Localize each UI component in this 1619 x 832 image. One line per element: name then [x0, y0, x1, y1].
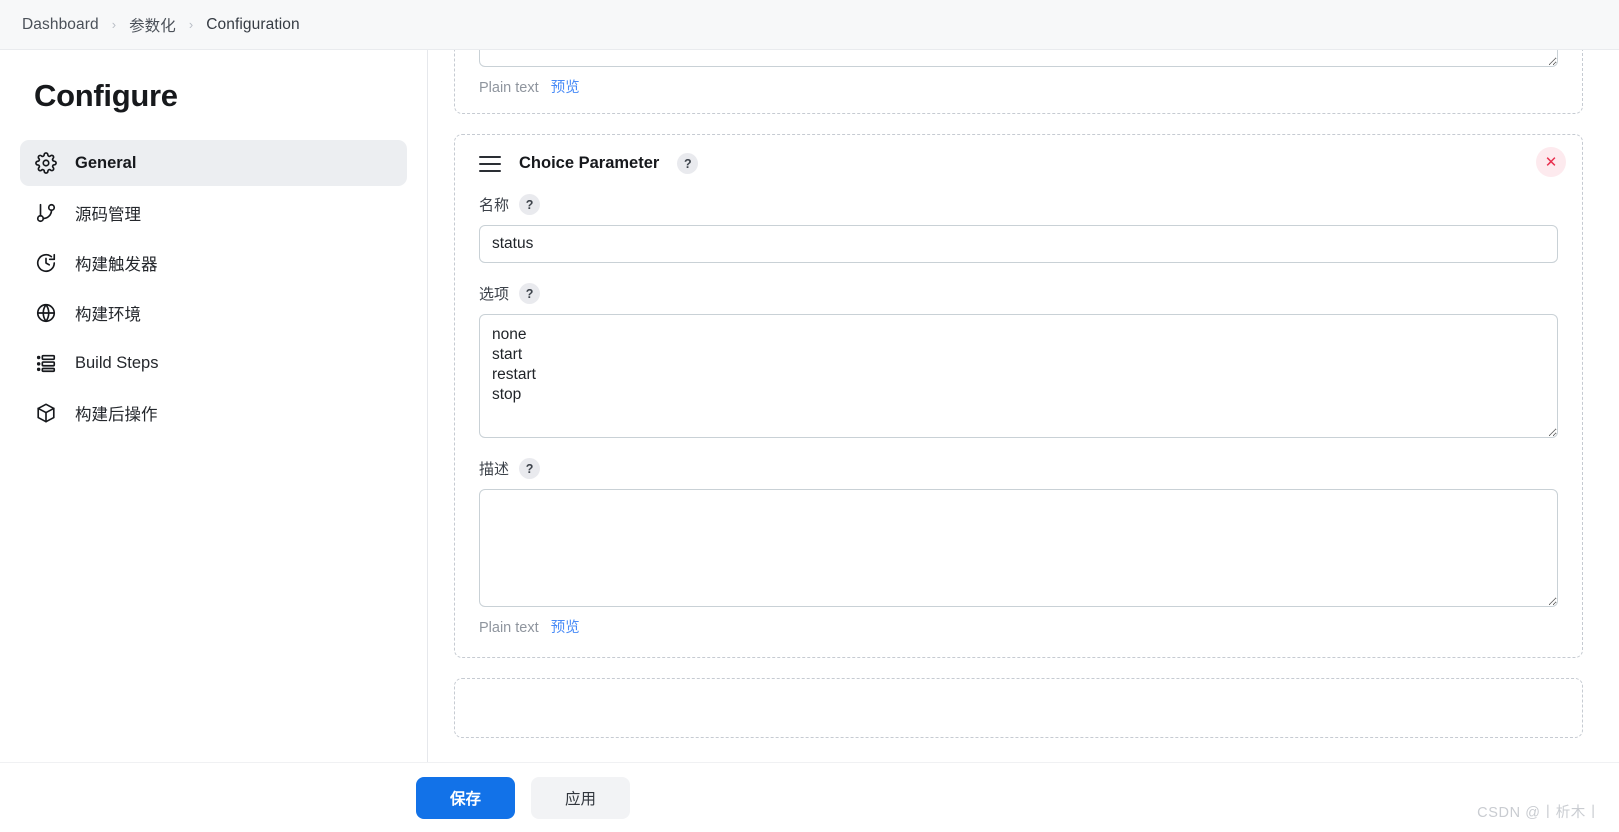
- preview-link[interactable]: 预览: [551, 620, 580, 636]
- field-description: 描述 ? Plain text 预览: [479, 458, 1558, 637]
- form-action-bar: 保存 应用: [0, 762, 1619, 832]
- git-branch-icon: [34, 201, 58, 225]
- sidebar: Configure General 源码管理 构建触发器 构建环境 Build …: [0, 50, 428, 762]
- sidebar-item-scm[interactable]: 源码管理: [20, 190, 407, 236]
- drag-handle-icon[interactable]: [479, 155, 501, 172]
- sidebar-item-label: General: [75, 153, 137, 172]
- list-icon: [34, 351, 58, 375]
- package-icon: [34, 401, 58, 425]
- field-choices: 选项 ? none start restart stop: [479, 283, 1558, 438]
- gear-icon: [34, 151, 58, 175]
- page-body: Configure General 源码管理 构建触发器 构建环境 Build …: [0, 50, 1619, 832]
- help-icon[interactable]: ?: [519, 458, 541, 479]
- sidebar-item-build-environment[interactable]: 构建环境: [20, 290, 407, 336]
- help-icon[interactable]: ?: [519, 194, 541, 215]
- field-name-label: 名称: [479, 197, 510, 214]
- save-button[interactable]: 保存: [416, 776, 515, 819]
- help-icon[interactable]: ?: [677, 153, 699, 174]
- help-icon[interactable]: ?: [519, 283, 541, 304]
- choice-parameter-block: ✕ Choice Parameter ? 名称 ? status 选项 ? no…: [454, 134, 1583, 658]
- breadcrumb-item-dashboard[interactable]: Dashboard: [22, 16, 99, 34]
- field-name: 名称 ?: [479, 194, 1558, 263]
- parameter-choices-textarea[interactable]: none start restart stop: [479, 314, 1558, 438]
- parameter-name-input[interactable]: [479, 225, 1558, 263]
- config-form-scroll-area[interactable]: Plain text 预览 ✕ Choice Parameter ? 名称 ? …: [428, 50, 1619, 762]
- preview-link[interactable]: 预览: [551, 80, 580, 96]
- breadcrumb: Dashboard › 参数化 › Configuration: [0, 0, 1619, 50]
- plain-text-label: Plain text: [479, 80, 539, 96]
- sidebar-item-label: Build Steps: [75, 353, 159, 372]
- previous-description-textarea[interactable]: [479, 50, 1558, 67]
- clock-icon: [34, 251, 58, 275]
- choice-parameter-title: Choice Parameter: [519, 154, 660, 172]
- globe-icon: [34, 301, 58, 325]
- breadcrumb-separator-icon: ›: [188, 17, 194, 32]
- page-title: Configure: [34, 78, 178, 113]
- apply-button[interactable]: 应用: [531, 776, 630, 819]
- field-choices-label-row: 选项 ?: [479, 283, 1558, 304]
- remove-parameter-button[interactable]: ✕: [1536, 147, 1566, 177]
- field-choices-label: 选项: [479, 286, 510, 303]
- sidebar-item-build-triggers[interactable]: 构建触发器: [20, 240, 407, 286]
- breadcrumb-item-parameterize[interactable]: 参数化: [129, 14, 176, 36]
- plain-text-label: Plain text: [479, 620, 539, 636]
- sidebar-item-label: 源码管理: [75, 206, 141, 224]
- breadcrumb-separator-icon: ›: [111, 17, 117, 32]
- sidebar-item-label: 构建环境: [75, 306, 141, 324]
- parameter-block-previous: Plain text 预览: [454, 50, 1583, 114]
- sidebar-nav: General 源码管理 构建触发器 构建环境 Build Steps 构建后操…: [0, 140, 427, 436]
- main-content: Plain text 预览 ✕ Choice Parameter ? 名称 ? …: [428, 50, 1619, 762]
- field-name-label-row: 名称 ?: [479, 194, 1558, 215]
- sidebar-item-label: 构建后操作: [75, 406, 158, 424]
- choice-parameter-header: Choice Parameter ?: [479, 153, 1558, 174]
- breadcrumb-item-configuration[interactable]: Configuration: [206, 16, 300, 34]
- plain-text-row: Plain text 预览: [479, 616, 1558, 637]
- sidebar-item-build-steps[interactable]: Build Steps: [20, 340, 407, 386]
- sidebar-item-label: 构建触发器: [75, 256, 158, 274]
- sidebar-item-general[interactable]: General: [20, 140, 407, 186]
- watermark: CSDN @丨析木丨: [1477, 805, 1601, 821]
- parameter-block-next: [454, 678, 1583, 738]
- sidebar-item-post-build-actions[interactable]: 构建后操作: [20, 390, 407, 436]
- parameter-description-textarea[interactable]: [479, 489, 1558, 607]
- field-description-label-row: 描述 ?: [479, 458, 1558, 479]
- plain-text-row: Plain text 预览: [479, 76, 1558, 97]
- field-description-label: 描述: [479, 461, 510, 478]
